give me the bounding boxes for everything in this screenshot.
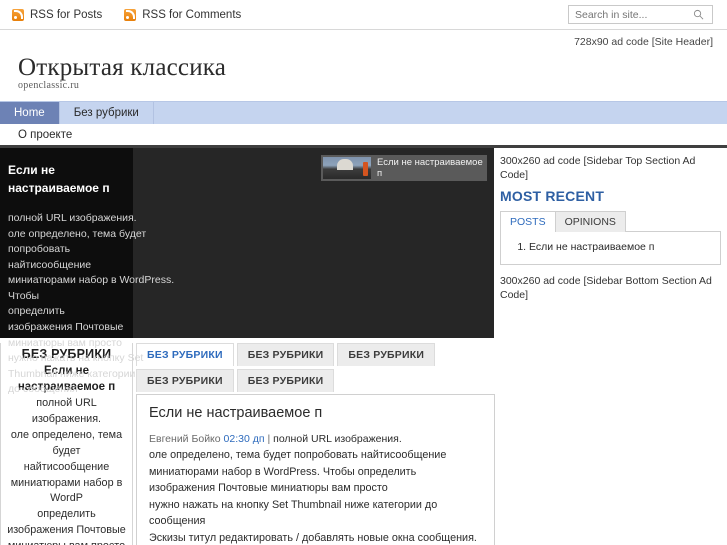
most-recent-list: Если не настраиваемое п bbox=[511, 240, 710, 255]
sidebar: 300x260 ad code [Sidebar Top Section Ad … bbox=[494, 148, 727, 302]
subnav-item-o-proekte[interactable]: О проекте bbox=[18, 129, 72, 141]
magnifier-icon bbox=[693, 9, 703, 20]
site-title[interactable]: Открытая классика bbox=[18, 54, 727, 81]
sidebar-tab-panel: Если не настраиваемое п bbox=[500, 230, 721, 266]
slider-thumbnail-label: Если не настраиваемое п bbox=[377, 156, 483, 180]
article-card: Если не настраиваемое п Евгений Бойко 02… bbox=[136, 394, 495, 545]
article-time: 02:30 дп bbox=[223, 432, 265, 445]
search-input[interactable] bbox=[569, 6, 687, 23]
search-button[interactable] bbox=[687, 6, 709, 23]
site-branding: Открытая классика openclassic.ru bbox=[0, 48, 727, 91]
rss-icon bbox=[12, 8, 24, 21]
sidebar-bottom-ad-code: 300x260 ad code [Sidebar Bottom Section … bbox=[500, 275, 712, 302]
category-tab-5[interactable]: БЕЗ РУБРИКИ bbox=[236, 369, 335, 393]
article-title[interactable]: Если не настраиваемое п bbox=[149, 405, 482, 422]
tab-posts[interactable]: POSTS bbox=[500, 210, 556, 232]
rss-for-comments-link[interactable]: RSS for Comments bbox=[124, 8, 242, 21]
rss-for-posts-label: RSS for Posts bbox=[30, 8, 103, 21]
content-top-row: Если не настраиваемое п полной URL изобр… bbox=[0, 148, 727, 395]
slide-excerpt: полной URL изображения. оле определено, … bbox=[8, 212, 175, 396]
featured-slider[interactable]: Если не настраиваемое п полной URL изобр… bbox=[0, 148, 494, 395]
article-lead: полной URL изображения. bbox=[273, 432, 402, 445]
rss-for-posts-link[interactable]: RSS for Posts bbox=[12, 8, 103, 21]
building-photo-thumbnail-icon bbox=[323, 157, 371, 180]
slide-title[interactable]: Если не настраиваемое п bbox=[8, 162, 126, 197]
header-ad-code: 728x90 ad code [Site Header] bbox=[574, 36, 713, 48]
list-item[interactable]: Если не настраиваемое п bbox=[529, 240, 710, 255]
tab-opinions[interactable]: OPINIONS bbox=[554, 210, 626, 232]
top-bar: RSS for Posts RSS for Comments bbox=[0, 0, 727, 30]
site-subtitle: openclassic.ru bbox=[18, 80, 80, 92]
category-tab-3[interactable]: БЕЗ РУБРИКИ bbox=[337, 343, 436, 367]
left-column-excerpt: полной URL изображения. оле определено, … bbox=[7, 397, 126, 545]
page-root: RSS for Posts RSS for Comments 728x90 ad… bbox=[0, 0, 727, 545]
sidebar-top-ad-code: 300x260 ad code [Sidebar Top Section Ad … bbox=[500, 155, 696, 182]
article-body: оле определено, тема будет попробовать н… bbox=[149, 449, 477, 544]
nav-item-home[interactable]: Home bbox=[0, 102, 60, 125]
main-navigation: Home Без рубрики bbox=[0, 101, 727, 125]
sidebar-heading-most-recent: MOST RECENT bbox=[500, 187, 605, 204]
slider-thumbnail-item[interactable]: Если не настраиваемое п bbox=[321, 155, 487, 182]
sub-navigation: О проекте bbox=[0, 124, 727, 149]
nav-item-bez-rubriki[interactable]: Без рубрики bbox=[60, 102, 154, 125]
search-box[interactable] bbox=[568, 5, 713, 24]
article-meta-separator: | bbox=[267, 432, 271, 445]
article-meta: Евгений Бойко 02:30 дп | полной URL изоб… bbox=[149, 432, 482, 448]
category-tab-2[interactable]: БЕЗ РУБРИКИ bbox=[236, 343, 335, 367]
rss-icon bbox=[124, 8, 137, 21]
rss-for-comments-label: RSS for Comments bbox=[142, 8, 242, 21]
article-author[interactable]: Евгений Бойко bbox=[149, 433, 221, 445]
sidebar-tabstrip: POSTS OPINIONS bbox=[500, 210, 721, 232]
